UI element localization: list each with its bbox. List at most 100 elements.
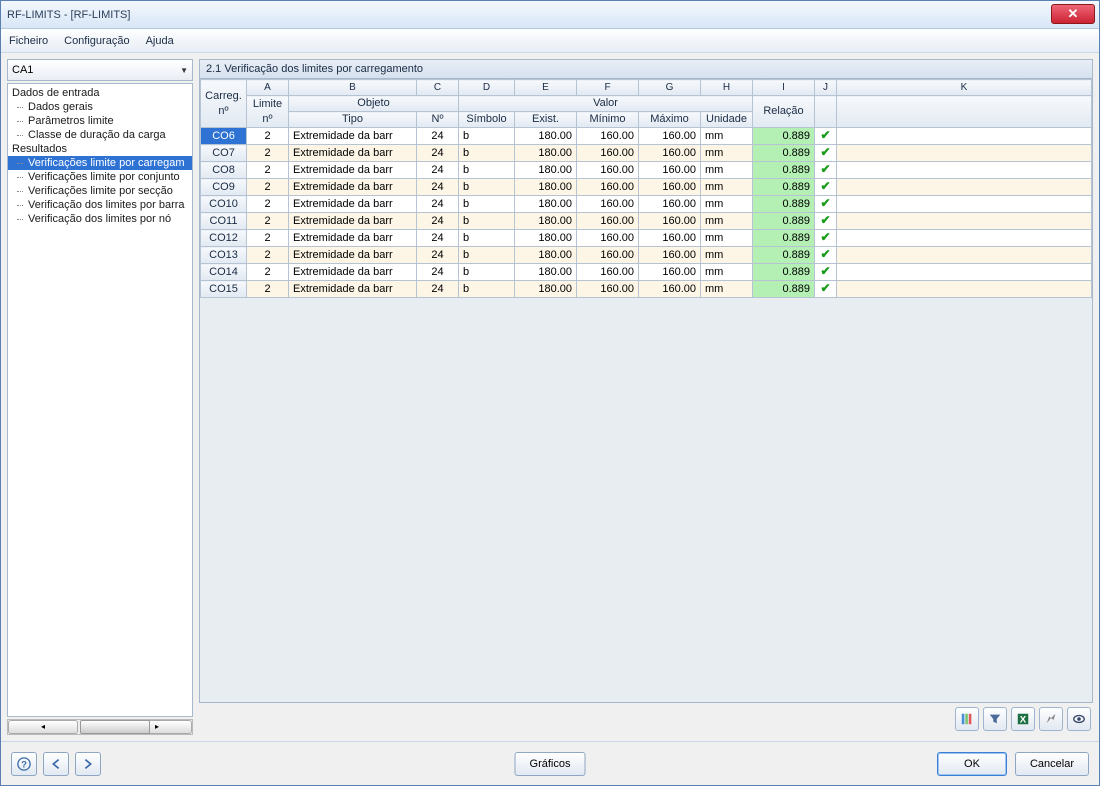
cell-unidade[interactable]: mm [701, 230, 753, 247]
table-row[interactable]: CO82Extremidade da barr24b180.00160.0016… [201, 162, 1092, 179]
cell-exist[interactable]: 180.00 [515, 281, 577, 298]
next-button[interactable] [75, 752, 101, 776]
cell-exist[interactable]: 180.00 [515, 145, 577, 162]
cell-relacao[interactable]: 0.889 [753, 145, 815, 162]
tree-group-input[interactable]: Dados de entrada [8, 86, 192, 100]
cell-carreg[interactable]: CO13 [201, 247, 247, 264]
cell-k[interactable] [837, 128, 1092, 145]
cell-unidade[interactable]: mm [701, 179, 753, 196]
color-scale-icon[interactable] [955, 707, 979, 731]
cell-tipo[interactable]: Extremidade da barr [289, 230, 417, 247]
col-tipo[interactable]: Tipo [289, 112, 417, 128]
tree-item-classe[interactable]: Classe de duração da carga [8, 128, 192, 142]
col-group-valor[interactable]: Valor [459, 96, 753, 112]
results-table[interactable]: Carreg. nº A B C D E F G H I J K [200, 79, 1092, 298]
cell-unidade[interactable]: mm [701, 196, 753, 213]
cell-simbolo[interactable]: b [459, 230, 515, 247]
cell-tipo[interactable]: Extremidade da barr [289, 162, 417, 179]
cell-tipo[interactable]: Extremidade da barr [289, 247, 417, 264]
graficos-button[interactable]: Gráficos [515, 752, 586, 776]
cell-max[interactable]: 160.00 [639, 179, 701, 196]
cell-limite[interactable]: 2 [247, 128, 289, 145]
cell-exist[interactable]: 180.00 [515, 230, 577, 247]
col-k[interactable] [837, 96, 1092, 128]
table-row[interactable]: CO112Extremidade da barr24b180.00160.001… [201, 213, 1092, 230]
tree-item-parametros[interactable]: Parâmetros limite [8, 114, 192, 128]
col-letter-c[interactable]: C [417, 80, 459, 96]
cell-min[interactable]: 160.00 [577, 179, 639, 196]
col-relacao[interactable]: Relação [753, 96, 815, 128]
cell-relacao[interactable]: 0.889 [753, 230, 815, 247]
cell-min[interactable]: 160.00 [577, 230, 639, 247]
cell-min[interactable]: 160.00 [577, 145, 639, 162]
cell-max[interactable]: 160.00 [639, 281, 701, 298]
cell-exist[interactable]: 180.00 [515, 264, 577, 281]
cell-exist[interactable]: 180.00 [515, 128, 577, 145]
col-letter-a[interactable]: A [247, 80, 289, 96]
cell-simbolo[interactable]: b [459, 247, 515, 264]
cell-relacao[interactable]: 0.889 [753, 128, 815, 145]
cell-tipo[interactable]: Extremidade da barr [289, 179, 417, 196]
col-group-objeto[interactable]: Objeto [289, 96, 459, 112]
table-row[interactable]: CO122Extremidade da barr24b180.00160.001… [201, 230, 1092, 247]
close-button[interactable]: ✕ [1051, 4, 1095, 24]
cell-carreg[interactable]: CO6 [201, 128, 247, 145]
col-letter-k[interactable]: K [837, 80, 1092, 96]
col-simbolo[interactable]: Símbolo [459, 112, 515, 128]
cell-no[interactable]: 24 [417, 264, 459, 281]
col-minimo[interactable]: Mínimo [577, 112, 639, 128]
col-letter-j[interactable]: J [815, 80, 837, 96]
table-row[interactable]: CO142Extremidade da barr24b180.00160.001… [201, 264, 1092, 281]
cell-limite[interactable]: 2 [247, 196, 289, 213]
cell-k[interactable] [837, 264, 1092, 281]
cell-exist[interactable]: 180.00 [515, 247, 577, 264]
cell-relacao[interactable]: 0.889 [753, 264, 815, 281]
table-row[interactable]: CO132Extremidade da barr24b180.00160.001… [201, 247, 1092, 264]
case-combo[interactable]: CA1 ▼ [7, 59, 193, 81]
cell-k[interactable] [837, 162, 1092, 179]
scroll-track[interactable] [78, 720, 122, 734]
table-row[interactable]: CO102Extremidade da barr24b180.00160.001… [201, 196, 1092, 213]
cell-k[interactable] [837, 145, 1092, 162]
cell-no[interactable]: 24 [417, 128, 459, 145]
cell-no[interactable]: 24 [417, 213, 459, 230]
tree-item-verif-carregamento[interactable]: Verificações limite por carregam [8, 156, 192, 170]
cell-relacao[interactable]: 0.889 [753, 247, 815, 264]
cell-no[interactable]: 24 [417, 230, 459, 247]
cell-unidade[interactable]: mm [701, 145, 753, 162]
col-letter-f[interactable]: F [577, 80, 639, 96]
cell-no[interactable]: 24 [417, 247, 459, 264]
cell-limite[interactable]: 2 [247, 281, 289, 298]
cell-no[interactable]: 24 [417, 179, 459, 196]
nav-tree[interactable]: Dados de entrada Dados gerais Parâmetros… [7, 83, 193, 717]
col-exist[interactable]: Exist. [515, 112, 577, 128]
cell-carreg[interactable]: CO10 [201, 196, 247, 213]
cell-min[interactable]: 160.00 [577, 162, 639, 179]
cell-tipo[interactable]: Extremidade da barr [289, 196, 417, 213]
col-unidade[interactable]: Unidade [701, 112, 753, 128]
cell-no[interactable]: 24 [417, 145, 459, 162]
cell-min[interactable]: 160.00 [577, 196, 639, 213]
table-row[interactable]: CO72Extremidade da barr24b180.00160.0016… [201, 145, 1092, 162]
tree-item-dados-gerais[interactable]: Dados gerais [8, 100, 192, 114]
cell-tipo[interactable]: Extremidade da barr [289, 213, 417, 230]
cell-unidade[interactable]: mm [701, 162, 753, 179]
cell-unidade[interactable]: mm [701, 213, 753, 230]
cell-k[interactable] [837, 213, 1092, 230]
cell-k[interactable] [837, 230, 1092, 247]
cell-max[interactable]: 160.00 [639, 247, 701, 264]
cell-simbolo[interactable]: b [459, 162, 515, 179]
export-excel-icon[interactable]: X [1011, 707, 1035, 731]
menu-config[interactable]: Configuração [64, 35, 129, 47]
cell-no[interactable]: 24 [417, 162, 459, 179]
pick-icon[interactable] [1039, 707, 1063, 731]
cell-tipo[interactable]: Extremidade da barr [289, 264, 417, 281]
col-letter-b[interactable]: B [289, 80, 417, 96]
cell-limite[interactable]: 2 [247, 213, 289, 230]
cell-carreg[interactable]: CO8 [201, 162, 247, 179]
cell-max[interactable]: 160.00 [639, 128, 701, 145]
cell-unidade[interactable]: mm [701, 247, 753, 264]
cell-simbolo[interactable]: b [459, 281, 515, 298]
cell-relacao[interactable]: 0.889 [753, 281, 815, 298]
cell-carreg[interactable]: CO15 [201, 281, 247, 298]
